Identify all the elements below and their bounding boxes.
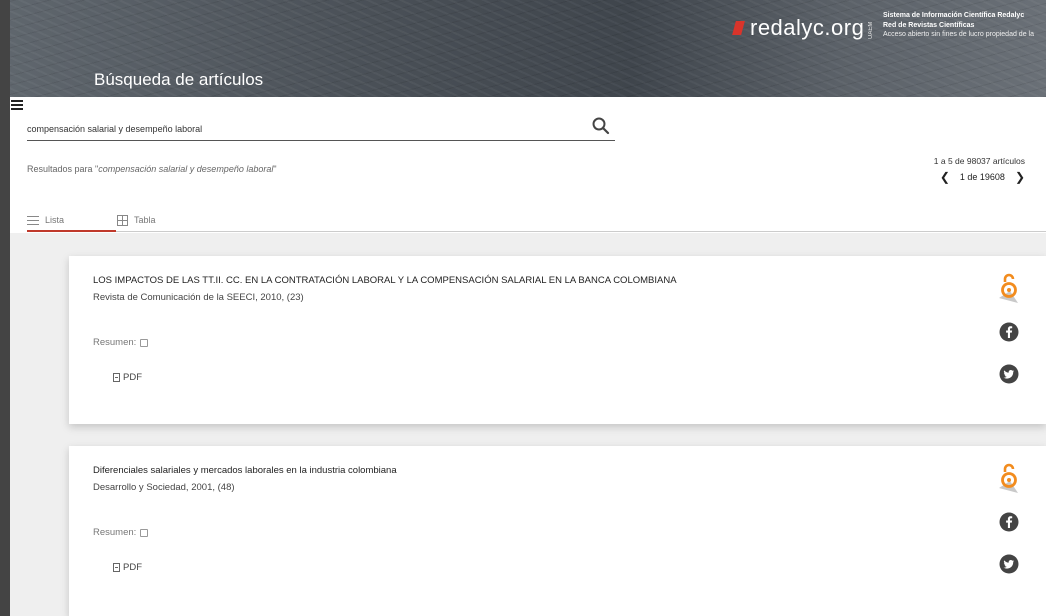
table-icon [117,214,128,226]
redalyc-logo[interactable]: redalyc.org UAEM [732,8,874,48]
facebook-icon[interactable] [999,322,1019,342]
results-query: compensación salarial y desempeño labora… [98,164,274,174]
results-suffix: " [273,164,277,174]
brand-description: Sistema de Información Científica Redaly… [883,11,1046,40]
tab-list[interactable]: Lista [27,210,64,230]
search-icon[interactable] [591,116,611,136]
view-tabs: Lista Tabla [27,206,1046,232]
article-journal: Revista de Comunicación de la SEECI, 201… [93,292,304,303]
results-for-text: Resultados para "compensación salarial y… [27,164,277,174]
twitter-icon[interactable] [999,364,1019,384]
results-prefix: Resultados para " [27,164,99,174]
chevron-left-icon[interactable]: ❮ [940,170,950,184]
twitter-icon[interactable] [999,554,1019,574]
page-indicator: 1 de 19608 [959,172,1005,182]
results-count-text: 1 a 5 de 98037 artículos [933,156,1025,166]
chevron-right-icon[interactable]: ❯ [1015,170,1025,184]
summary-label: Resumen: [93,337,137,348]
page-title: Búsqueda de artículos [94,70,264,89]
list-icon [27,215,39,225]
brand-desc-line2: Red de Revistas Científicas [883,21,975,29]
summary-checkbox[interactable] [140,528,149,537]
left-rail [0,0,10,616]
pdf-label: PDF [123,372,142,383]
brand-sub: UAEM [868,21,875,39]
search-bar [27,113,615,141]
brand-desc-line1: Sistema de Información Científica Redaly… [883,12,1025,19]
tab-table[interactable]: Tabla [117,210,156,230]
article-journal: Desarrollo y Sociedad, 2001, (48) [93,482,235,493]
header-banner: redalyc.org UAEM Sistema de Información … [10,0,1046,97]
summary-toggle: Resumen: [93,337,149,348]
article-title[interactable]: LOS IMPACTOS DE LAS TT.II. CC. EN LA CON… [93,275,677,286]
redalyc-logo-icon [732,19,746,37]
article-title[interactable]: Diferenciales salariales y mercados labo… [93,465,397,476]
pdf-link[interactable]: PDF [113,372,142,383]
search-input[interactable] [27,121,567,137]
tab-table-label: Tabla [134,215,156,225]
summary-toggle: Resumen: [93,527,149,538]
pdf-label: PDF [123,562,142,573]
article-card: Diferenciales salariales y mercados labo… [69,446,1046,616]
tab-list-label: Lista [45,215,65,225]
pdf-link[interactable]: PDF [113,562,142,573]
brand-desc-line3: Acceso abierto sin fines de lucro propie… [883,31,1034,38]
pagination: ❮ 1 de 19608 ❯ [845,170,1025,184]
brand-name: redalyc.org [750,15,865,40]
menu-icon[interactable] [11,99,23,111]
summary-label: Resumen: [93,527,137,538]
summary-checkbox[interactable] [140,338,149,347]
facebook-icon[interactable] [999,512,1019,532]
article-card: LOS IMPACTOS DE LAS TT.II. CC. EN LA CON… [69,256,1046,424]
results-count: 1 a 5 de 98037 artículos ❮ 1 de 19608 ❯ [845,156,1025,184]
open-access-icon[interactable] [996,462,1022,494]
pdf-icon [113,563,120,572]
pdf-icon [113,373,120,382]
open-access-icon[interactable] [996,272,1022,304]
active-tab-indicator [27,230,116,232]
